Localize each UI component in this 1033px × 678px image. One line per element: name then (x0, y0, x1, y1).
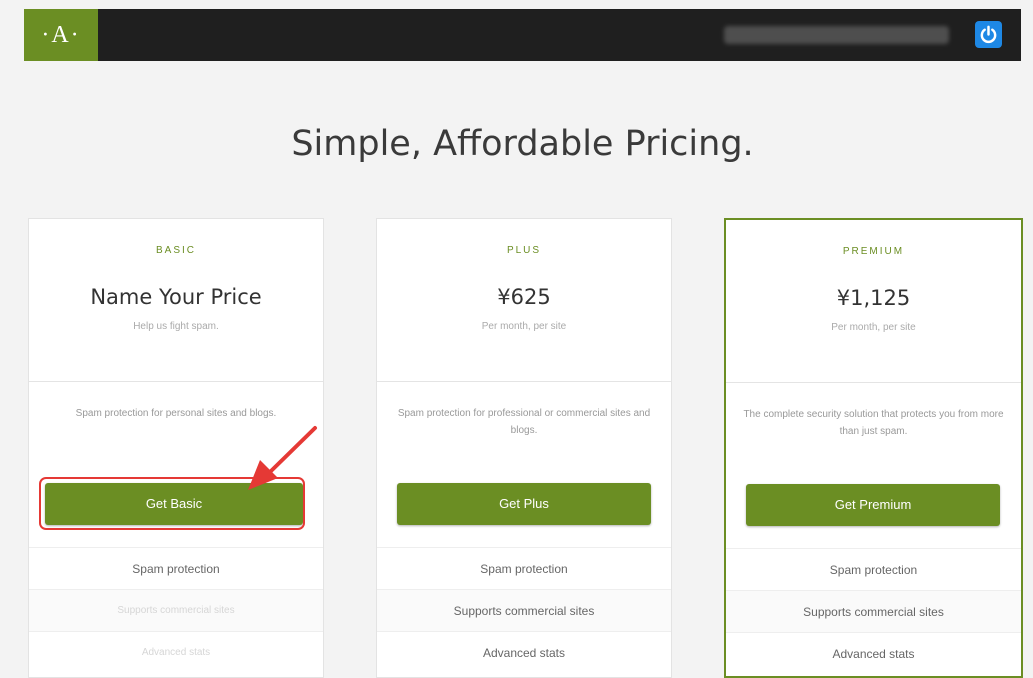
feature-advanced-stats: Advanced stats (726, 632, 1021, 675)
get-plus-button[interactable]: Get Plus (397, 483, 651, 525)
plan-tier: PREMIUM (842, 246, 905, 257)
feature-advanced-stats: Advanced stats (377, 631, 671, 674)
plan-note: Per month, per site (481, 321, 567, 332)
annotation-arrow-icon (248, 426, 317, 490)
feature-spam-protection: Spam protection (29, 547, 323, 590)
power-icon (980, 25, 997, 44)
plan-description: The complete security solution that prot… (743, 409, 1004, 437)
top-bar: ·A· (24, 9, 1021, 61)
plan-note: Help us fight spam. (133, 321, 219, 332)
feature-commercial-sites: Supports commercial sites (377, 589, 671, 632)
plan-tier: BASIC (155, 245, 196, 256)
plan-description: Spam protection for professional or comm… (397, 408, 651, 436)
plan-card-plus: PLUS ¥625 Per month, per site Spam prote… (376, 218, 672, 678)
logo[interactable]: ·A· (24, 9, 98, 61)
feature-spam-protection: Spam protection (726, 548, 1021, 591)
plan-price: ¥1,125 (836, 286, 911, 310)
plan-price: ¥625 (497, 285, 551, 309)
plan-header: BASIC Name Your Price Help us fight spam… (29, 219, 323, 382)
plan-description: Spam protection for personal sites and b… (75, 408, 277, 419)
get-premium-button[interactable]: Get Premium (746, 484, 1000, 526)
page-title: Simple, Affordable Pricing. (291, 124, 754, 164)
plan-tier: PLUS (506, 245, 542, 256)
feature-commercial-sites: Supports commercial sites (726, 590, 1021, 633)
feature-advanced-stats: Advanced stats (29, 631, 323, 674)
user-name-blurred (724, 26, 949, 44)
plan-price: Name Your Price (90, 285, 262, 309)
plan-header: PLUS ¥625 Per month, per site (377, 219, 671, 382)
plan-note: Per month, per site (831, 322, 916, 333)
feature-commercial-sites: Supports commercial sites (29, 589, 323, 632)
power-button[interactable] (975, 21, 1002, 48)
feature-spam-protection: Spam protection (377, 547, 671, 590)
plan-card-premium: PREMIUM ¥1,125 Per month, per site The c… (724, 218, 1023, 678)
plan-header: PREMIUM ¥1,125 Per month, per site (726, 220, 1021, 383)
